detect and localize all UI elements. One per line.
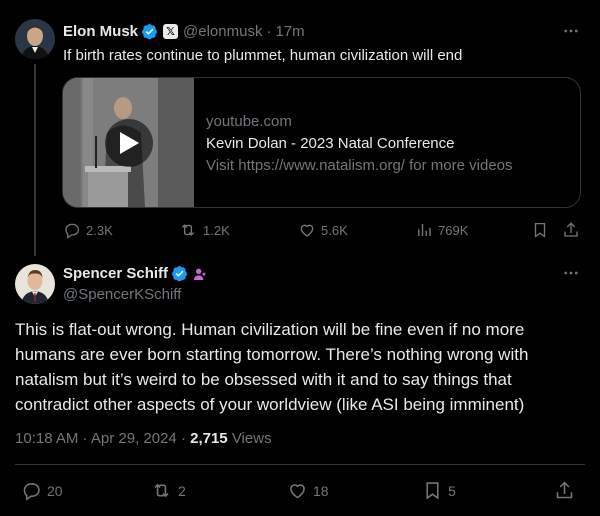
post-time[interactable]: 17m bbox=[275, 23, 304, 40]
views-icon bbox=[418, 224, 431, 236]
reply-author-handle[interactable]: @SpencerKSchiff bbox=[63, 286, 181, 303]
spencer-avatar[interactable] bbox=[15, 264, 55, 304]
verified-badge-icon bbox=[172, 266, 187, 282]
elon-avatar[interactable] bbox=[15, 19, 55, 59]
share-icon[interactable] bbox=[562, 221, 580, 239]
more-icon[interactable] bbox=[562, 264, 580, 282]
post-timestamp[interactable]: 10:18 AM · Apr 29, 2024 · bbox=[15, 430, 190, 447]
repost-button[interactable]: 2 bbox=[150, 480, 186, 501]
link-preview-card[interactable]: youtube.com Kevin Dolan - 2023 Natal Con… bbox=[62, 77, 581, 208]
repost-button[interactable]: 1.2K bbox=[178, 221, 230, 239]
affiliate-person-icon bbox=[194, 268, 207, 280]
original-post-text: If birth rates continue to plummet, huma… bbox=[63, 47, 463, 64]
view-count: 2,715 bbox=[190, 430, 228, 447]
like-count: 5.6K bbox=[321, 222, 348, 238]
repost-icon bbox=[181, 224, 195, 236]
play-icon bbox=[120, 132, 139, 154]
reply-icon bbox=[65, 223, 80, 239]
more-icon[interactable] bbox=[562, 22, 580, 40]
play-button[interactable] bbox=[105, 119, 153, 167]
like-icon bbox=[290, 484, 305, 499]
divider bbox=[15, 464, 585, 465]
reply-post-text: This is flat-out wrong. Human civilizati… bbox=[15, 320, 529, 414]
author-name[interactable]: Elon Musk bbox=[63, 23, 138, 40]
views-count: 769K bbox=[438, 222, 469, 238]
author-handle[interactable]: @elonmusk bbox=[183, 23, 262, 40]
views-label: Views bbox=[227, 430, 272, 447]
reply-count: 2.3K bbox=[86, 222, 113, 238]
original-post-header: Elon Musk 𝕏 @elonmusk · 17m bbox=[63, 23, 305, 40]
views-button[interactable]: 769K bbox=[415, 221, 468, 239]
reply-button[interactable]: 20 bbox=[21, 480, 63, 501]
reply-count: 20 bbox=[47, 482, 63, 499]
thread-connector-line bbox=[34, 64, 36, 256]
like-button[interactable]: 5.6K bbox=[298, 221, 348, 239]
share-icon[interactable] bbox=[554, 480, 575, 501]
repost-count: 2 bbox=[178, 482, 186, 499]
like-button[interactable]: 18 bbox=[287, 480, 329, 501]
bookmark-count: 5 bbox=[448, 482, 456, 499]
card-description: Visit https://www.natalism.org/ for more… bbox=[206, 157, 513, 174]
reply-button[interactable]: 2.3K bbox=[63, 221, 113, 239]
card-title: Kevin Dolan - 2023 Natal Conference bbox=[206, 135, 455, 152]
verified-badge-icon bbox=[142, 24, 157, 40]
like-count: 18 bbox=[313, 482, 329, 499]
reply-icon bbox=[23, 483, 40, 501]
separator-dot: · bbox=[266, 23, 272, 40]
bookmark-icon bbox=[426, 482, 439, 500]
x-affiliate-icon: 𝕏 bbox=[163, 24, 179, 39]
bookmark-icon[interactable] bbox=[531, 221, 549, 239]
repost-count: 1.2K bbox=[203, 222, 230, 238]
repost-icon bbox=[154, 483, 169, 498]
reply-author-name[interactable]: Spencer Schiff bbox=[63, 265, 168, 282]
card-domain: youtube.com bbox=[206, 113, 292, 130]
reply-post-header: Spencer Schiff bbox=[63, 265, 208, 282]
post-meta: 10:18 AM · Apr 29, 2024 · 2,715 Views bbox=[15, 430, 272, 447]
bookmark-button[interactable]: 5 bbox=[422, 480, 456, 501]
video-thumbnail[interactable] bbox=[63, 78, 194, 207]
like-icon bbox=[300, 224, 314, 237]
